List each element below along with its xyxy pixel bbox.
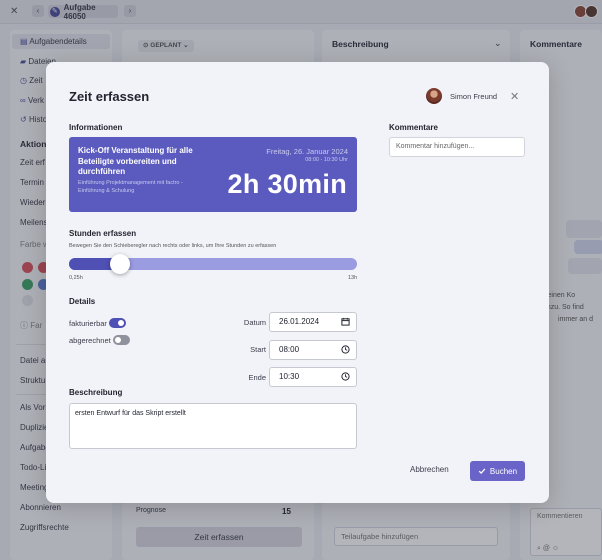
info-heading: Informationen — [69, 123, 123, 132]
settled-toggle[interactable] — [113, 335, 130, 345]
clock-icon[interactable] — [341, 372, 350, 381]
avatar — [426, 88, 442, 104]
billable-toggle[interactable] — [109, 318, 126, 328]
task-card: Kick-Off Veranstaltung für alle Beteilig… — [69, 137, 357, 212]
comments-heading: Kommentare — [389, 123, 438, 132]
task-subtitle: Einführung Projektmanagement mit factro … — [78, 180, 183, 194]
description-input[interactable]: ersten Entwurf für das Skript erstellt — [69, 403, 357, 449]
task-duration: 2h 30min — [227, 169, 347, 199]
hours-heading: Stunden erfassen — [69, 229, 137, 238]
end-time-field[interactable]: 10:30 — [269, 367, 357, 387]
task-date: Freitag, 26. Januar 2024 — [266, 147, 348, 156]
check-icon — [478, 468, 486, 475]
start-time-value: 08:00 — [279, 345, 300, 354]
start-label: Start — [250, 345, 266, 354]
close-icon[interactable]: ✕ — [510, 90, 519, 103]
cancel-button[interactable]: Abbrechen — [410, 465, 449, 474]
slider-handle[interactable] — [109, 254, 130, 274]
description-heading: Beschreibung — [69, 388, 123, 397]
hours-slider[interactable] — [69, 254, 357, 274]
date-field[interactable]: 26.01.2024 — [269, 312, 357, 332]
slider-min-label: 0,25h — [69, 275, 83, 281]
submit-label: Buchen — [489, 466, 518, 476]
task-title: Kick-Off Veranstaltung für alle Beteilig… — [78, 146, 193, 176]
settled-label: abgerechnet — [69, 336, 111, 345]
toggle-knob — [118, 320, 124, 326]
start-time-field[interactable]: 08:00 — [269, 340, 357, 360]
end-label: Ende — [248, 373, 266, 382]
user-name: Simon Freund — [450, 92, 498, 101]
date-label: Datum — [243, 318, 266, 327]
clock-icon[interactable] — [341, 345, 350, 354]
details-heading: Details — [69, 297, 96, 306]
billable-label: fakturierbar — [69, 319, 107, 328]
toggle-knob — [115, 337, 121, 343]
time-entry-dialog: Zeit erfassen Simon Freund ✕ Information… — [46, 62, 549, 503]
hours-hint: Bewegen Sie den Schieberegler nach recht… — [69, 243, 277, 249]
task-time: 08:00 - 10:30 Uhr — [305, 157, 348, 163]
dialog-title: Zeit erfassen — [69, 89, 150, 104]
date-value: 26.01.2024 — [279, 317, 320, 326]
calendar-icon[interactable] — [341, 317, 350, 326]
slider-max-label: 13h — [348, 275, 358, 281]
submit-button[interactable]: Buchen — [470, 461, 525, 481]
comment-field[interactable]: Kommentar hinzufügen... — [389, 137, 525, 157]
end-time-value: 10:30 — [279, 372, 300, 381]
